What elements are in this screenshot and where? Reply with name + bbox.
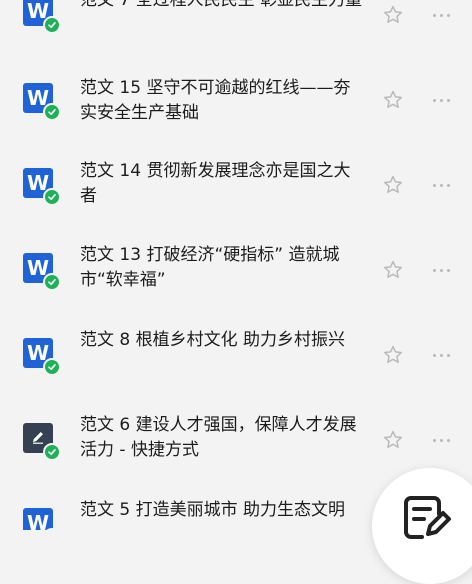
file-row[interactable]: W 范文 14 贯彻新发展理念亦是国之大者 [0, 141, 472, 226]
cloud-sync-badge-icon [43, 443, 61, 461]
word-doc-icon: W [23, 338, 61, 376]
file-title: 范文 7 全过程人民民主 彰显民主力量 [80, 0, 363, 10]
file-row[interactable]: W 范文 13 打破经济“硬指标” 造就城市“软幸福” [0, 226, 472, 311]
word-doc-icon: W [23, 253, 61, 291]
new-note-button[interactable] [372, 468, 472, 584]
more-horizontal-icon[interactable] [426, 90, 456, 110]
shortcut-pen-icon [23, 423, 61, 461]
file-row[interactable]: W 范文 8 根植乡村文化 助力乡村振兴 [0, 311, 472, 396]
more-horizontal-icon[interactable] [426, 430, 456, 450]
cloud-sync-badge-icon [43, 188, 61, 206]
more-horizontal-icon[interactable] [426, 345, 456, 365]
file-list: W 范文 7 全过程人民民主 彰显民主力量 W 范文 15 坚守不可逾越的红线—… [0, 0, 472, 530]
star-outline-icon[interactable] [380, 87, 406, 113]
cloud-sync-badge-icon [43, 16, 61, 34]
file-title: 范文 14 贯彻新发展理念亦是国之大者 [80, 161, 351, 206]
cloud-sync-badge-icon [43, 358, 61, 376]
file-title: 范文 15 坚守不可逾越的红线——夯实安全生产基础 [80, 78, 351, 123]
file-title: 范文 13 打破经济“硬指标” 造就城市“软幸福” [80, 245, 340, 290]
file-row[interactable]: W 范文 15 坚守不可逾越的红线——夯实安全生产基础 [0, 56, 472, 141]
file-title: 范文 5 打造美丽城市 助力生态文明 [80, 500, 346, 520]
word-doc-icon: W [23, 168, 61, 206]
star-outline-icon[interactable] [380, 427, 406, 453]
more-horizontal-icon[interactable] [426, 260, 456, 280]
file-row[interactable]: W 范文 7 全过程人民民主 彰显民主力量 [0, 0, 472, 56]
star-outline-icon[interactable] [380, 342, 406, 368]
word-doc-icon: W [23, 508, 61, 530]
star-outline-icon[interactable] [380, 257, 406, 283]
doc-letter: W [23, 508, 53, 530]
star-outline-icon[interactable] [380, 2, 406, 28]
cloud-sync-badge-icon [43, 103, 61, 121]
new-note-pen-icon [404, 496, 451, 539]
more-horizontal-icon[interactable] [426, 175, 456, 195]
file-title: 范文 6 建设人才强国，保障人才发展活力 - 快捷方式 [80, 415, 357, 460]
file-title: 范文 8 根植乡村文化 助力乡村振兴 [80, 330, 346, 350]
word-doc-icon: W [23, 83, 61, 121]
more-horizontal-icon[interactable] [426, 5, 456, 25]
file-row[interactable]: 范文 6 建设人才强国，保障人才发展活力 - 快捷方式 [0, 396, 472, 481]
word-doc-icon: W [23, 0, 61, 34]
cloud-sync-badge-icon [43, 273, 61, 291]
star-outline-icon[interactable] [380, 172, 406, 198]
